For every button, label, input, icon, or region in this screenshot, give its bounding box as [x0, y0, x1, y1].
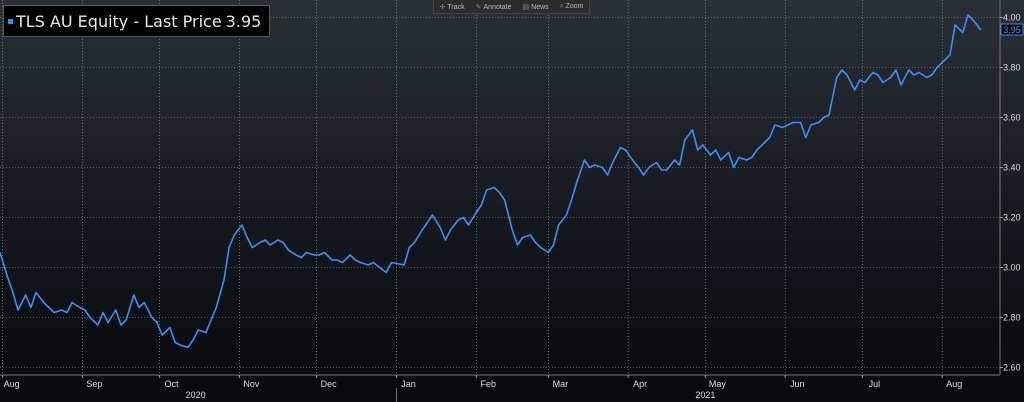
news-icon: ▤ — [522, 3, 530, 11]
track-button[interactable]: ✛ Track — [440, 3, 465, 11]
data-points — [0, 14, 981, 348]
y-tick-label: 2.60 — [1003, 363, 1021, 373]
y-tick-label: 3.80 — [1003, 63, 1021, 73]
title-value: 3.95 — [225, 11, 262, 31]
y-tick-label: 3.60 — [1003, 113, 1021, 123]
magnifier-icon: ⌕ — [559, 2, 564, 10]
news-label: News — [531, 3, 549, 11]
y-tick-label: 2.80 — [1003, 313, 1021, 323]
news-button[interactable]: ▤ News — [523, 3, 549, 11]
title-label: Last Price — [144, 11, 222, 31]
y-tick-label: 3.00 — [1003, 263, 1021, 273]
y-tick-label: 3.20 — [1003, 213, 1021, 223]
x-axis-ticks: Aug Sep Oct Nov Dec Jan Feb Mar Apr May Jun Jul Aug — [2, 375, 962, 389]
year-axis: 2020 2021 — [0, 388, 1024, 402]
pencil-icon: ✎ — [475, 3, 482, 11]
annotate-label: Annotate — [483, 3, 512, 11]
chart-title: TLS AU Equity - Last Price 3.95 — [3, 5, 271, 37]
title-ticker: TLS AU Equity — [16, 11, 129, 31]
price-chart[interactable]: 4.00 3.80 3.60 3.40 3.20 3.00 2.80 2.60 Aug Sep O… — [0, 0, 1024, 402]
y-tick-label: 3.40 — [1003, 163, 1021, 173]
crosshair-icon: ✛ — [439, 3, 446, 11]
zoom-label: Zoom — [565, 2, 584, 10]
track-label: Track — [447, 3, 465, 11]
title-separator: - — [128, 11, 145, 31]
y-tick-label: 4.00 — [1003, 13, 1021, 23]
last-price-badge: 3.95 — [1000, 23, 1024, 36]
grid-lines — [0, 0, 1000, 375]
legend-swatch — [8, 18, 13, 24]
last-price-badge-label: 3.95 — [1003, 25, 1021, 35]
chart-toolbar: ✛ Track ✎ Annotate ▤ News ⌕ Zoom — [433, 0, 590, 14]
y-axis-ticks: 4.00 3.80 3.60 3.40 3.20 3.00 2.80 2.60 — [1000, 13, 1021, 373]
annotate-button[interactable]: ✎ Annotate — [476, 3, 512, 11]
zoom-button[interactable]: ⌕ Zoom — [560, 3, 584, 11]
price-line — [0, 14, 982, 349]
x-axis-year-2021: 2021 — [695, 390, 716, 400]
x-axis-year-2020: 2020 — [185, 390, 206, 400]
